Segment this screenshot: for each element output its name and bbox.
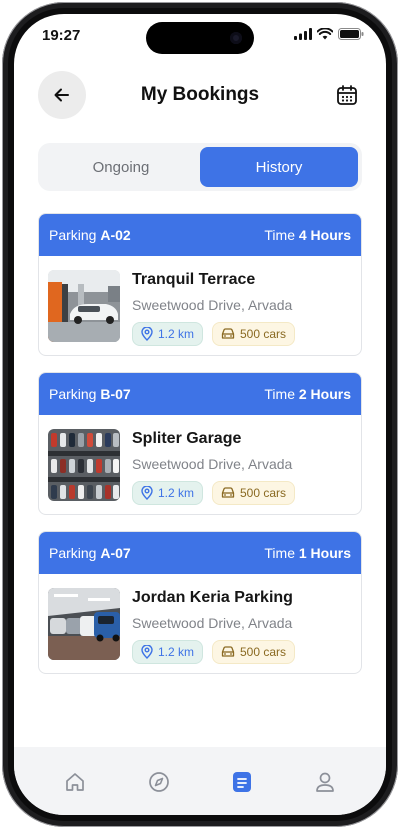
distance-value: 1.2 km bbox=[158, 645, 195, 659]
capacity-value: 500 cars bbox=[240, 486, 287, 500]
booking-card[interactable]: Parking A-02 Time 4 Hours Tranquil Terra… bbox=[38, 213, 362, 356]
duration-value: 2 Hours bbox=[298, 386, 351, 402]
parking-name: Jordan Keria Parking bbox=[132, 589, 293, 606]
location-pin-icon bbox=[141, 327, 153, 341]
dynamic-island bbox=[146, 22, 254, 54]
slot-info: Parking A-07 bbox=[49, 545, 131, 561]
parking-address: Sweetwood Drive, Arvada bbox=[132, 615, 293, 631]
car-icon bbox=[221, 646, 235, 657]
capacity-value: 500 cars bbox=[240, 645, 287, 659]
car-icon bbox=[221, 328, 235, 339]
tab-ongoing[interactable]: Ongoing bbox=[42, 147, 200, 187]
signal-icon bbox=[294, 28, 312, 40]
booking-card-header: Parking A-02 Time 4 Hours bbox=[39, 214, 361, 256]
distance-value: 1.2 km bbox=[158, 327, 195, 341]
booking-card-header: Parking B-07 Time 2 Hours bbox=[39, 373, 361, 415]
tab-history[interactable]: History bbox=[200, 147, 358, 187]
booking-card[interactable]: Parking B-07 Time 2 Hours Spliter Garage… bbox=[38, 372, 362, 515]
bookings-icon bbox=[233, 772, 251, 792]
location-pin-icon bbox=[141, 486, 153, 500]
parking-name: Tranquil Terrace bbox=[132, 271, 256, 288]
nav-bookings[interactable] bbox=[229, 769, 255, 795]
profile-icon bbox=[316, 772, 334, 792]
capacity-chip: 500 cars bbox=[212, 481, 296, 505]
slot-info: Parking A-02 bbox=[49, 227, 131, 243]
capacity-chip: 500 cars bbox=[212, 640, 296, 664]
nav-home[interactable] bbox=[62, 769, 88, 795]
duration-info: Time 4 Hours bbox=[264, 227, 351, 243]
status-bar: 19:27 bbox=[14, 14, 386, 58]
status-time: 19:27 bbox=[42, 27, 81, 44]
car-icon bbox=[221, 487, 235, 498]
parking-name: Spliter Garage bbox=[132, 430, 242, 447]
status-icons bbox=[294, 28, 364, 40]
camera-icon bbox=[230, 32, 242, 44]
distance-value: 1.2 km bbox=[158, 486, 195, 500]
slot-code: A-07 bbox=[100, 545, 131, 561]
parking-thumbnail bbox=[48, 429, 120, 501]
duration-info: Time 1 Hours bbox=[264, 545, 351, 561]
wifi-icon bbox=[317, 28, 333, 40]
duration-value: 4 Hours bbox=[298, 227, 351, 243]
nav-profile[interactable] bbox=[312, 769, 338, 795]
location-pin-icon bbox=[141, 645, 153, 659]
home-icon bbox=[66, 773, 84, 791]
slot-code: B-07 bbox=[100, 386, 131, 402]
capacity-chip: 500 cars bbox=[212, 322, 296, 346]
parking-address: Sweetwood Drive, Arvada bbox=[132, 297, 293, 313]
booking-card[interactable]: Parking A-07 Time 1 Hours Jordan Keria P… bbox=[38, 531, 362, 674]
page-title: My Bookings bbox=[140, 84, 260, 105]
battery-icon bbox=[338, 28, 364, 40]
distance-chip: 1.2 km bbox=[132, 640, 204, 664]
distance-chip: 1.2 km bbox=[132, 481, 204, 505]
calendar-icon bbox=[337, 85, 357, 105]
duration-value: 1 Hours bbox=[298, 545, 351, 561]
duration-info: Time 2 Hours bbox=[264, 386, 351, 402]
compass-icon bbox=[149, 772, 169, 792]
distance-chip: 1.2 km bbox=[132, 322, 204, 346]
app-screen: 19:27 My Bookings Ongoing History Parkin… bbox=[14, 14, 386, 815]
calendar-button[interactable] bbox=[334, 82, 360, 108]
slot-info: Parking B-07 bbox=[49, 386, 131, 402]
parking-thumbnail bbox=[48, 270, 120, 342]
parking-address: Sweetwood Drive, Arvada bbox=[132, 456, 293, 472]
parking-thumbnail bbox=[48, 588, 120, 660]
capacity-value: 500 cars bbox=[240, 327, 287, 341]
booking-card-header: Parking A-07 Time 1 Hours bbox=[39, 532, 361, 574]
booking-tabs: Ongoing History bbox=[38, 143, 362, 191]
slot-code: A-02 bbox=[100, 227, 131, 243]
bottom-nav bbox=[14, 747, 386, 815]
nav-explore[interactable] bbox=[146, 769, 172, 795]
